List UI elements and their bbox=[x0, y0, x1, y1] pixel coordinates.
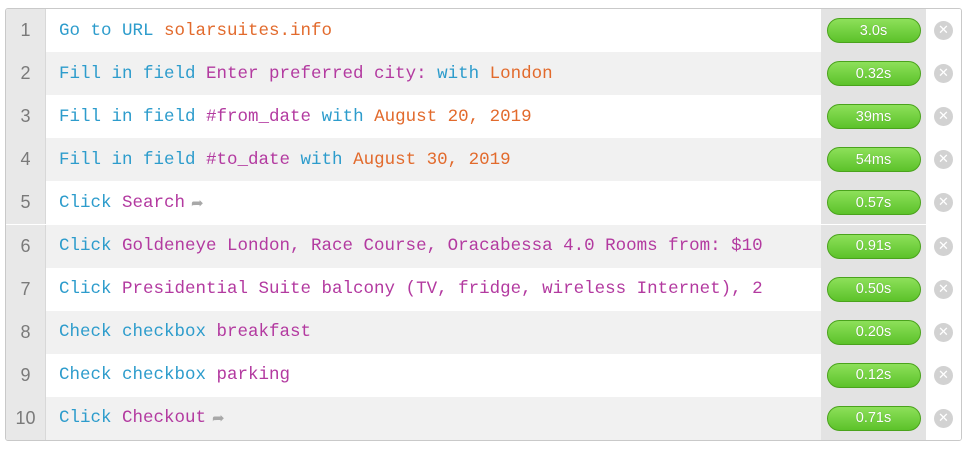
step-action-text: Fill in field bbox=[59, 149, 207, 170]
step-command[interactable]: Click Goldeneye London, Race Course, Ora… bbox=[46, 224, 821, 268]
duration-badge: 0.32s bbox=[826, 61, 921, 87]
close-circle-icon[interactable]: ✕ bbox=[934, 236, 953, 256]
step-number: 1 bbox=[6, 9, 46, 52]
duration-cell: 39ms bbox=[821, 95, 926, 139]
step-target-text: Enter preferred city: bbox=[206, 63, 427, 84]
remove-cell: ✕ bbox=[926, 267, 961, 311]
step-action-text: Click bbox=[59, 408, 123, 429]
step-action-text: Fill in field bbox=[59, 63, 207, 84]
step-row[interactable]: 3 Fill in field #from_date with August 20… bbox=[6, 95, 961, 139]
close-circle-icon[interactable]: ✕ bbox=[934, 365, 953, 385]
close-circle-icon[interactable]: ✕ bbox=[934, 107, 953, 127]
step-target-text: Search bbox=[122, 192, 186, 213]
step-row[interactable]: 2 Fill in field Enter preferred city: wit… bbox=[6, 52, 961, 96]
duration-cell: 0.32s bbox=[821, 52, 926, 96]
step-target-text: Goldeneye London, Race Course, Oracabess… bbox=[122, 236, 763, 256]
step-action-text: Click bbox=[59, 236, 123, 256]
step-target-text: parking bbox=[216, 365, 291, 386]
remove-cell: ✕ bbox=[926, 181, 961, 225]
duration-badge: 0.20s bbox=[826, 319, 921, 345]
step-row[interactable]: 7 Click Presidential Suite balcony (TV, f… bbox=[6, 267, 961, 311]
step-number: 8 bbox=[6, 310, 46, 354]
step-command[interactable]: Click Presidential Suite balcony (TV, fr… bbox=[46, 267, 821, 311]
step-action-text: with bbox=[426, 63, 490, 84]
step-number: 5 bbox=[6, 181, 46, 225]
step-command[interactable]: Fill in field #from_date with August 20,… bbox=[46, 95, 821, 139]
step-action-text: Check checkbox bbox=[59, 365, 217, 386]
duration-cell: 0.57s bbox=[821, 181, 926, 225]
step-command[interactable]: Click Checkout ➦ bbox=[46, 396, 821, 440]
close-circle-icon[interactable]: ✕ bbox=[934, 322, 953, 342]
step-target-text: breakfast bbox=[216, 322, 312, 343]
remove-cell: ✕ bbox=[926, 224, 961, 268]
duration-badge: 3.0s bbox=[826, 18, 921, 43]
remove-cell: ✕ bbox=[926, 52, 961, 96]
step-row[interactable]: 8 Check checkbox breakfast 0.20s ✕ bbox=[6, 310, 961, 354]
step-number: 6 bbox=[6, 224, 46, 268]
duration-badge: 39ms bbox=[826, 104, 921, 130]
step-row[interactable]: 10 Click Checkout ➦ 0.71s ✕ bbox=[6, 396, 961, 440]
remove-cell: ✕ bbox=[926, 9, 961, 52]
duration-badge: 0.12s bbox=[826, 362, 921, 388]
step-number: 4 bbox=[6, 138, 46, 182]
remove-cell: ✕ bbox=[926, 396, 961, 440]
step-number: 7 bbox=[6, 267, 46, 311]
duration-badge: 0.71s bbox=[826, 405, 921, 431]
step-value-text: August 30, 2019 bbox=[353, 149, 511, 170]
step-row[interactable]: 5 Click Search ➦ 0.57s ✕ bbox=[6, 181, 961, 225]
remove-cell: ✕ bbox=[926, 138, 961, 182]
step-row[interactable]: 4 Fill in field #to_date with August 30, … bbox=[6, 138, 961, 182]
step-command[interactable]: Check checkbox parking bbox=[46, 353, 821, 397]
duration-badge: 0.91s bbox=[826, 233, 921, 259]
step-target-text: #from_date bbox=[206, 106, 312, 127]
close-circle-icon[interactable]: ✕ bbox=[934, 150, 953, 170]
step-row[interactable]: 1 Go to URL solarsuites.info 3.0s ✕ bbox=[6, 9, 961, 52]
redirect-arrow-icon: ➦ bbox=[212, 409, 225, 428]
duration-cell: 0.91s bbox=[821, 224, 926, 268]
duration-cell: 54ms bbox=[821, 138, 926, 182]
step-target-text: #to_date bbox=[206, 149, 291, 170]
close-circle-icon[interactable]: ✕ bbox=[934, 408, 953, 428]
step-target-text: Presidential Suite balcony (TV, fridge, … bbox=[122, 279, 763, 300]
remove-cell: ✕ bbox=[926, 310, 961, 354]
step-number: 9 bbox=[6, 353, 46, 397]
duration-badge: 54ms bbox=[826, 147, 921, 173]
duration-cell: 3.0s bbox=[821, 9, 926, 52]
step-command[interactable]: Check checkbox breakfast bbox=[46, 310, 821, 354]
step-value-text: August 20, 2019 bbox=[374, 106, 532, 127]
step-action-text: Go to URL bbox=[59, 20, 165, 41]
step-command[interactable]: Click Search ➦ bbox=[46, 181, 821, 225]
close-circle-icon[interactable]: ✕ bbox=[934, 64, 953, 84]
duration-cell: 0.12s bbox=[821, 353, 926, 397]
step-action-text: with bbox=[290, 149, 354, 170]
remove-cell: ✕ bbox=[926, 95, 961, 139]
step-action-text: Fill in field bbox=[59, 106, 207, 127]
close-circle-icon[interactable]: ✕ bbox=[934, 279, 953, 299]
close-circle-icon[interactable]: ✕ bbox=[934, 21, 953, 40]
step-number: 3 bbox=[6, 95, 46, 139]
step-number: 2 bbox=[6, 52, 46, 96]
duration-badge: 0.50s bbox=[826, 276, 921, 302]
step-action-text: Click bbox=[59, 279, 123, 300]
step-action-text: Check checkbox bbox=[59, 322, 217, 343]
test-steps-panel: 1 Go to URL solarsuites.info 3.0s ✕ 2 Fill in… bbox=[5, 8, 962, 441]
duration-cell: 0.71s bbox=[821, 396, 926, 440]
step-value-text: solarsuites.info bbox=[164, 20, 333, 41]
step-action-text: with bbox=[311, 106, 375, 127]
step-command[interactable]: Fill in field #to_date with August 30, 2… bbox=[46, 138, 821, 182]
step-row[interactable]: 9 Check checkbox parking 0.12s ✕ bbox=[6, 353, 961, 397]
close-circle-icon[interactable]: ✕ bbox=[934, 193, 953, 213]
step-command[interactable]: Fill in field Enter preferred city: with… bbox=[46, 52, 821, 96]
step-action-text: Click bbox=[59, 192, 123, 213]
duration-badge: 0.57s bbox=[826, 190, 921, 216]
step-command[interactable]: Go to URL solarsuites.info bbox=[46, 9, 821, 52]
redirect-arrow-icon: ➦ bbox=[191, 193, 204, 212]
remove-cell: ✕ bbox=[926, 353, 961, 397]
step-target-text: Checkout bbox=[122, 408, 207, 429]
step-value-text: London bbox=[489, 63, 553, 84]
step-number: 10 bbox=[6, 396, 46, 440]
duration-cell: 0.50s bbox=[821, 267, 926, 311]
step-row[interactable]: 6 Click Goldeneye London, Race Course, Or… bbox=[6, 224, 961, 268]
duration-cell: 0.20s bbox=[821, 310, 926, 354]
